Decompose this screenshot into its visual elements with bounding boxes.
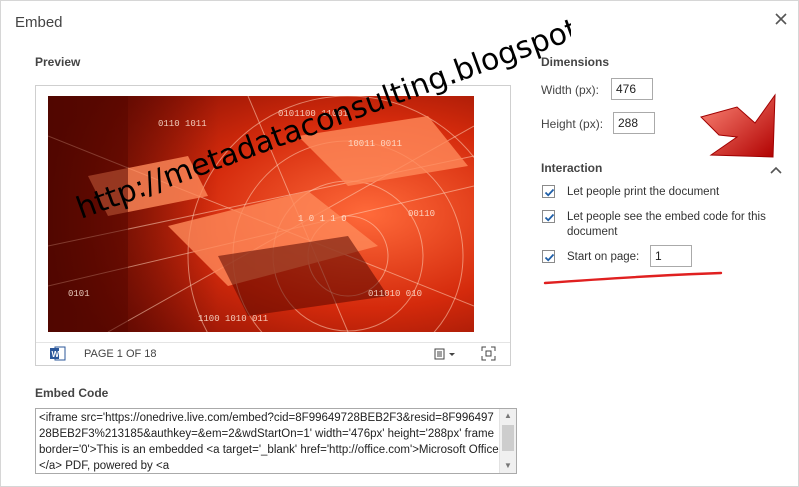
scroll-up-icon[interactable]: ▲ <box>500 409 516 423</box>
show-embed-code-checkbox[interactable] <box>542 210 555 223</box>
red-arrow-annotation <box>697 93 781 165</box>
scroll-down-icon[interactable]: ▼ <box>500 459 516 473</box>
print-label: Let people print the document <box>567 186 720 198</box>
height-label: Height (px): <box>541 117 604 131</box>
preview-pane: 0101100 11001 10011 0011 0110 1011 1 0 1… <box>35 85 511 366</box>
embed-code-textarea[interactable]: <iframe src='https://onedrive.live.com/e… <box>35 408 517 474</box>
scroll-thumb[interactable] <box>502 425 514 451</box>
word-doc-icon[interactable]: W <box>50 346 66 361</box>
start-page-input[interactable] <box>650 245 692 267</box>
interaction-heading: Interaction <box>541 161 603 175</box>
width-input[interactable] <box>611 78 653 100</box>
red-underline-annotation <box>541 269 726 287</box>
page-indicator: PAGE 1 OF 18 <box>84 348 157 360</box>
embed-dialog: Embed Preview 0101100 11001 10011 0011 0… <box>0 0 799 487</box>
show-embed-code-label-line1: Let people see the embed code for this <box>567 211 766 223</box>
chevron-up-icon[interactable] <box>769 163 783 175</box>
embed-code-text[interactable]: <iframe src='https://onedrive.live.com/e… <box>39 410 499 473</box>
start-on-page-label: Start on page: <box>567 251 640 263</box>
dimensions-heading: Dimensions <box>541 55 610 69</box>
height-input[interactable] <box>613 112 655 134</box>
start-on-page-checkbox[interactable] <box>542 250 555 263</box>
fullscreen-icon[interactable] <box>481 346 496 361</box>
close-icon[interactable] <box>773 11 789 27</box>
preview-toolbar: W PAGE 1 OF 18 <box>36 342 510 365</box>
preview-page <box>48 92 499 342</box>
dialog-title: Embed <box>15 14 63 31</box>
embed-code-scrollbar[interactable]: ▲ ▼ <box>499 409 516 473</box>
reading-view-icon[interactable] <box>434 346 456 362</box>
svg-text:W: W <box>52 350 60 359</box>
preview-heading: Preview <box>35 55 81 69</box>
width-label: Width (px): <box>541 83 600 97</box>
print-checkbox[interactable] <box>542 185 555 198</box>
show-embed-code-label-line2: document <box>567 226 618 238</box>
embed-code-heading: Embed Code <box>35 386 109 400</box>
